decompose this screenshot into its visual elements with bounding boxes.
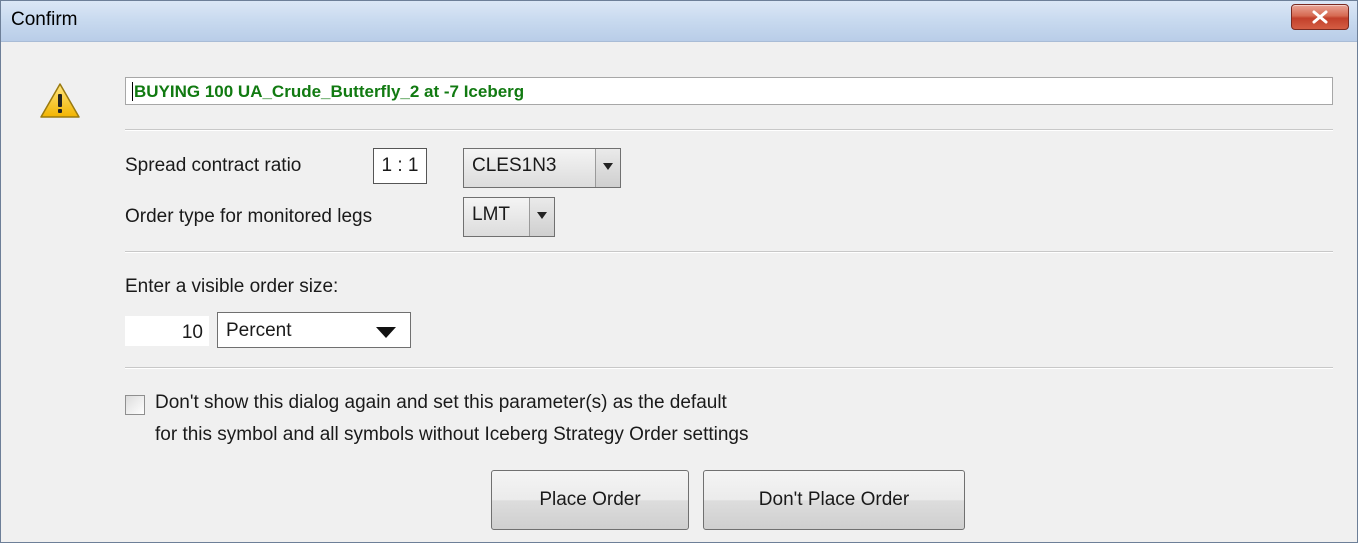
confirm-dialog: Confirm BUYING 100 UA_Crude_Butterfly_2 … <box>0 0 1358 543</box>
chevron-down-icon <box>376 327 396 338</box>
separator <box>125 367 1333 369</box>
chevron-down-icon <box>537 212 547 219</box>
spread-ratio-label: Spread contract ratio <box>125 155 302 176</box>
spread-ratio-field[interactable]: 1 : 1 <box>373 148 427 184</box>
place-order-button[interactable]: Place Order <box>491 470 689 530</box>
visible-size-label: Enter a visible order size: <box>125 276 339 297</box>
text-caret <box>132 82 133 101</box>
contract-select[interactable]: CLES1N3 <box>463 148 621 188</box>
dont-show-again-label: Don't show this dialog again and set thi… <box>155 392 727 413</box>
size-unit-value: Percent <box>226 320 292 341</box>
size-unit-select[interactable]: Percent <box>217 312 411 348</box>
order-type-select[interactable]: LMT <box>463 197 555 237</box>
contract-dropdown-button[interactable] <box>595 149 620 187</box>
close-x-icon <box>1312 10 1328 24</box>
order-type-select-value: LMT <box>472 204 510 225</box>
contract-select-value: CLES1N3 <box>472 155 557 176</box>
order-summary-field[interactable]: BUYING 100 UA_Crude_Butterfly_2 at -7 Ic… <box>125 77 1333 105</box>
dont-show-again-checkbox[interactable] <box>125 395 145 415</box>
visible-size-input[interactable]: 10 <box>125 316 209 346</box>
dont-place-order-button[interactable]: Don't Place Order <box>703 470 965 530</box>
window-title: Confirm <box>11 9 78 30</box>
order-summary-text: BUYING 100 UA_Crude_Butterfly_2 at -7 Ic… <box>134 82 525 101</box>
title-bar[interactable]: Confirm <box>1 1 1357 42</box>
order-type-dropdown-button[interactable] <box>529 198 554 236</box>
order-type-label: Order type for monitored legs <box>125 206 373 227</box>
chevron-down-icon <box>603 163 613 170</box>
warning-triangle-icon <box>40 83 80 118</box>
dialog-body: BUYING 100 UA_Crude_Butterfly_2 at -7 Ic… <box>1 42 1357 542</box>
separator <box>125 129 1333 131</box>
close-button[interactable] <box>1291 4 1349 30</box>
separator <box>125 251 1333 253</box>
dont-show-again-label-line2: for this symbol and all symbols without … <box>155 424 749 445</box>
